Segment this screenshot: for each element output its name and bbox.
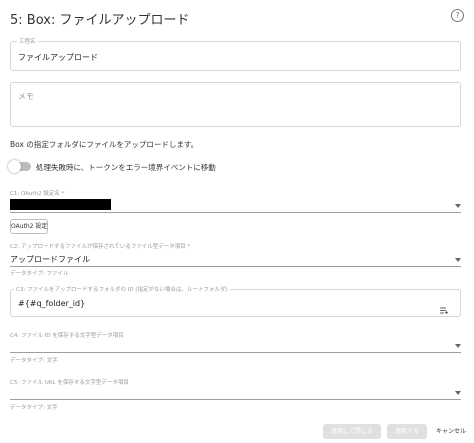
c2-helper: データタイプ: ファイル	[10, 271, 69, 277]
c5-label: C5: ファイル URL を保存する文字型データ項目	[10, 380, 129, 386]
c1-select[interactable]	[10, 212, 461, 213]
c4-chevron-down-icon[interactable]	[455, 344, 461, 348]
error-toggle-label: 処理失敗時に、トークンをエラー境界イベントに移動	[36, 163, 216, 172]
c5-chevron-down-icon[interactable]	[455, 391, 461, 395]
c2-chevron-down-icon[interactable]	[455, 258, 461, 262]
step-name-value: ファイルアップロード	[18, 53, 98, 62]
c3-label: C3: ファイルをアップロードするフォルダの ID (指定がない場合は、ルートフ…	[14, 285, 230, 293]
step-name-label: 工程名	[17, 37, 38, 45]
c4-select[interactable]	[10, 352, 461, 353]
c3-value: #{#q_folder_id}	[18, 299, 86, 308]
c5-helper: データタイプ: 文字	[10, 405, 58, 411]
c2-select[interactable]	[10, 266, 461, 267]
c2-label: C2: アップロードするファイルが保存されているファイル型データ項目 *	[10, 244, 191, 250]
oauth2-settings-button[interactable]: OAuth2 設定	[10, 219, 48, 234]
description-text: Box の指定フォルダにファイルをアップロードします。	[10, 140, 199, 149]
c1-label: C1: OAuth2 設定名 *	[10, 191, 65, 197]
c1-chevron-down-icon[interactable]	[455, 204, 461, 208]
cancel-button[interactable]: キャンセル	[432, 424, 470, 439]
dialog-title: 5: Box: ファイルアップロード	[10, 13, 190, 28]
memo-textarea[interactable]	[10, 82, 461, 127]
memo-placeholder: メモ	[18, 92, 34, 101]
insert-reference-icon[interactable]	[440, 299, 448, 314]
apply-and-close-button[interactable]: 適用して閉じる	[323, 424, 381, 439]
c5-select[interactable]	[10, 399, 461, 400]
c2-value: アップロードファイル	[10, 255, 90, 264]
help-icon[interactable]: ?	[451, 9, 464, 22]
error-toggle-knob[interactable]	[8, 160, 21, 173]
insert-reference-icon-svg	[440, 307, 448, 314]
c1-redacted-value	[10, 199, 111, 210]
apply-button[interactable]: 適用する	[387, 424, 427, 439]
c4-helper: データタイプ: 文字	[10, 358, 58, 364]
c4-label: C4: ファイル ID を保存する文字型データ項目	[10, 333, 124, 339]
